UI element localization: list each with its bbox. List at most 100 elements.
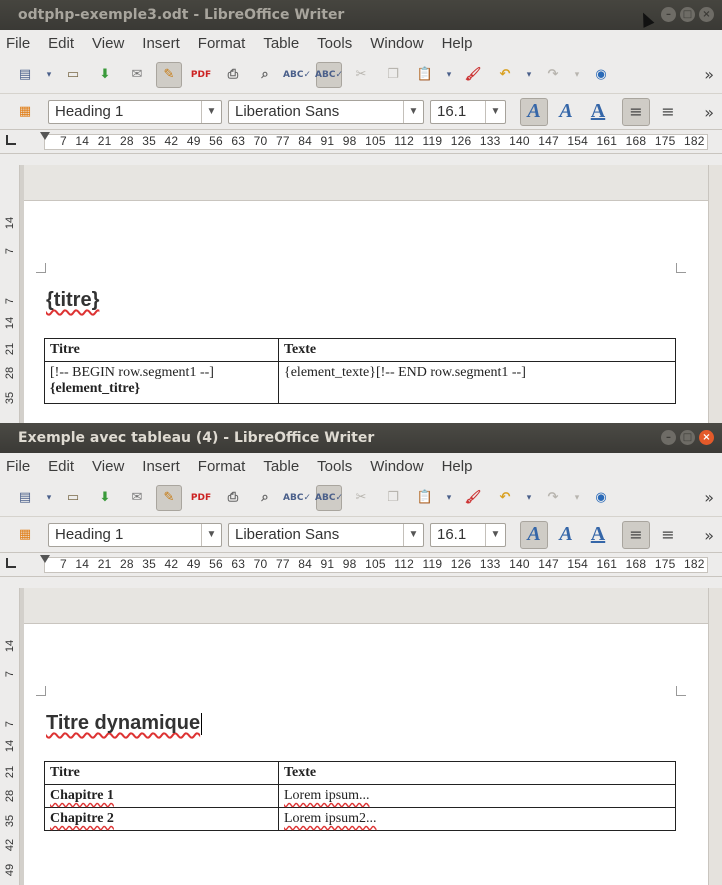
new-document-icon[interactable]: ▤ bbox=[12, 62, 38, 88]
table-cell[interactable]: Titre bbox=[44, 338, 279, 362]
clone-formatting-icon[interactable]: 🖌 bbox=[460, 62, 486, 88]
menu-edit[interactable]: Edit bbox=[48, 35, 74, 52]
menu-file[interactable]: File bbox=[6, 458, 30, 475]
redo-icon[interactable]: ↷ bbox=[540, 485, 566, 511]
close-icon[interactable]: × bbox=[699, 430, 714, 445]
table-cell[interactable]: Chapitre 2 bbox=[44, 807, 279, 831]
print-preview-icon[interactable]: ⌕ bbox=[252, 485, 278, 511]
underline-icon[interactable]: A bbox=[584, 521, 612, 549]
tab-type-icon[interactable] bbox=[6, 558, 16, 568]
align-left-icon[interactable]: ≡ bbox=[622, 97, 650, 126]
table-cell[interactable]: Chapitre 1 bbox=[44, 784, 279, 808]
print-icon[interactable]: ⎙ bbox=[220, 62, 246, 88]
doc-heading[interactable]: Titre dynamique bbox=[46, 712, 203, 735]
print-icon[interactable]: ⎙ bbox=[220, 485, 246, 511]
spellcheck-icon[interactable]: ABC✓ bbox=[283, 485, 311, 511]
table-cell[interactable]: Texte bbox=[278, 338, 676, 362]
menu-tools[interactable]: Tools bbox=[317, 35, 352, 52]
menu-table[interactable]: Table bbox=[263, 458, 299, 475]
save-icon[interactable]: ⬇ bbox=[92, 62, 118, 88]
italic-icon[interactable]: A bbox=[552, 98, 580, 126]
open-folder-icon[interactable]: ▭ bbox=[60, 62, 86, 88]
edit-mode-icon[interactable]: ✎ bbox=[156, 484, 182, 511]
window-title-bar[interactable]: Exemple avec tableau (4) - LibreOffice W… bbox=[0, 423, 722, 453]
paste-dropdown-icon[interactable]: ▾ bbox=[444, 62, 454, 88]
doc-table[interactable]: Titre Texte [!-- BEGIN row.segment1 --] … bbox=[44, 338, 676, 404]
copy-icon[interactable]: ❐ bbox=[380, 62, 406, 88]
window-title-bar[interactable]: odtphp-exemple3.odt - LibreOffice Writer… bbox=[0, 0, 722, 30]
print-preview-icon[interactable]: ⌕ bbox=[252, 62, 278, 88]
font-size-select[interactable]: 16.1 ▼ bbox=[430, 99, 506, 124]
redo-icon[interactable]: ↷ bbox=[540, 62, 566, 88]
navigator-icon[interactable]: ◉ bbox=[588, 485, 614, 511]
toolbar-overflow-icon[interactable]: » bbox=[704, 103, 714, 122]
document-page[interactable] bbox=[24, 624, 708, 885]
font-name-select[interactable]: Liberation Sans ▼ bbox=[228, 522, 424, 547]
clone-formatting-icon[interactable]: 🖌 bbox=[460, 485, 486, 511]
redo-dropdown-icon[interactable]: ▾ bbox=[572, 62, 582, 88]
toolbar-overflow-icon[interactable]: » bbox=[704, 65, 714, 84]
redo-dropdown-icon[interactable]: ▾ bbox=[572, 485, 582, 511]
menu-tools[interactable]: Tools bbox=[317, 458, 352, 475]
styles-formatting-icon[interactable]: ▦ bbox=[12, 99, 38, 125]
align-center-icon[interactable]: ≡ bbox=[654, 521, 682, 549]
vertical-scrollbar[interactable] bbox=[708, 165, 722, 423]
table-cell[interactable]: Lorem ipsum2... bbox=[278, 807, 676, 831]
menu-file[interactable]: File bbox=[6, 35, 30, 52]
paragraph-style-select[interactable]: Heading 1 ▼ bbox=[48, 99, 222, 124]
new-document-icon[interactable]: ▤ bbox=[12, 485, 38, 511]
vertical-scrollbar[interactable] bbox=[708, 588, 722, 885]
save-icon[interactable]: ⬇ bbox=[92, 485, 118, 511]
toolbar-overflow-icon[interactable]: » bbox=[704, 526, 714, 545]
edit-mode-icon[interactable]: ✎ bbox=[156, 61, 182, 88]
chevron-down-icon[interactable]: ▼ bbox=[201, 523, 221, 546]
menu-window[interactable]: Window bbox=[370, 458, 423, 475]
menu-window[interactable]: Window bbox=[370, 35, 423, 52]
email-icon[interactable]: ✉ bbox=[124, 62, 150, 88]
chevron-down-icon[interactable]: ▼ bbox=[485, 523, 505, 546]
chevron-down-icon[interactable]: ▼ bbox=[201, 100, 221, 123]
table-cell[interactable]: [!-- BEGIN row.segment1 --] {element_tit… bbox=[44, 361, 279, 404]
chevron-down-icon[interactable]: ▼ bbox=[403, 100, 423, 123]
copy-icon[interactable]: ❐ bbox=[380, 485, 406, 511]
new-dropdown-icon[interactable]: ▾ bbox=[44, 485, 54, 511]
open-folder-icon[interactable]: ▭ bbox=[60, 485, 86, 511]
horizontal-ruler[interactable]: 7 14 21 28 35 42 49 56 63 70 77 84 91 98… bbox=[0, 130, 722, 154]
email-icon[interactable]: ✉ bbox=[124, 485, 150, 511]
indent-marker-icon[interactable] bbox=[40, 132, 50, 140]
align-center-icon[interactable]: ≡ bbox=[654, 98, 682, 126]
chevron-down-icon[interactable]: ▼ bbox=[485, 100, 505, 123]
styles-formatting-icon[interactable]: ▦ bbox=[12, 522, 38, 548]
doc-table[interactable]: Titre Texte Chapitre 1 Lorem ipsum... Ch… bbox=[44, 761, 676, 831]
menu-edit[interactable]: Edit bbox=[48, 458, 74, 475]
toolbar-overflow-icon[interactable]: » bbox=[704, 488, 714, 507]
doc-heading[interactable]: {titre} bbox=[46, 289, 99, 312]
indent-marker-icon[interactable] bbox=[40, 555, 50, 563]
menu-help[interactable]: Help bbox=[442, 458, 473, 475]
underline-icon[interactable]: A bbox=[584, 98, 612, 126]
maximize-icon[interactable]: □ bbox=[680, 430, 695, 445]
bold-icon[interactable]: A bbox=[520, 97, 548, 126]
menu-insert[interactable]: Insert bbox=[142, 458, 180, 475]
chevron-down-icon[interactable]: ▼ bbox=[403, 523, 423, 546]
auto-spellcheck-icon[interactable]: ABC✓ bbox=[315, 484, 343, 511]
undo-dropdown-icon[interactable]: ▾ bbox=[524, 62, 534, 88]
table-cell[interactable]: Titre bbox=[44, 761, 279, 785]
minimize-icon[interactable]: – bbox=[661, 7, 676, 22]
export-pdf-icon[interactable]: PDF bbox=[188, 62, 214, 88]
cut-icon[interactable]: ✂ bbox=[348, 62, 374, 88]
align-left-icon[interactable]: ≡ bbox=[622, 520, 650, 549]
paste-icon[interactable]: 📋 bbox=[412, 485, 438, 511]
menu-view[interactable]: View bbox=[92, 35, 124, 52]
menu-format[interactable]: Format bbox=[198, 35, 246, 52]
new-dropdown-icon[interactable]: ▾ bbox=[44, 62, 54, 88]
menu-help[interactable]: Help bbox=[442, 35, 473, 52]
italic-icon[interactable]: A bbox=[552, 521, 580, 549]
table-cell[interactable]: Texte bbox=[278, 761, 676, 785]
horizontal-ruler[interactable]: 7 14 21 28 35 42 49 56 63 70 77 84 91 98… bbox=[0, 553, 722, 577]
minimize-icon[interactable]: – bbox=[661, 430, 676, 445]
menu-table[interactable]: Table bbox=[263, 35, 299, 52]
spellcheck-icon[interactable]: ABC✓ bbox=[283, 62, 311, 88]
font-size-select[interactable]: 16.1 ▼ bbox=[430, 522, 506, 547]
bold-icon[interactable]: A bbox=[520, 520, 548, 549]
